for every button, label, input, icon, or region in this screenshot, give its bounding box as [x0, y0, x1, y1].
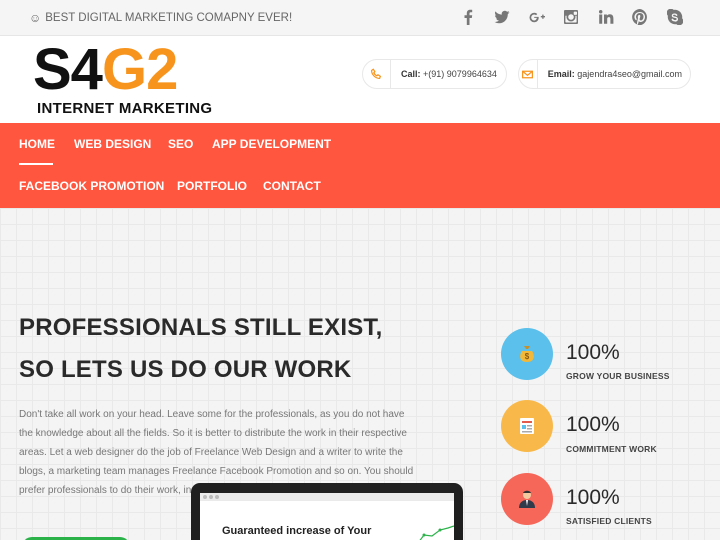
- stat-value-clients: 100%: [566, 486, 620, 509]
- email-label: Email:: [547, 69, 575, 79]
- laptop-headline: Guaranteed increase of Your: [222, 525, 372, 537]
- nav-facebook-promotion[interactable]: FACEBOOK PROMOTION: [19, 179, 164, 193]
- social-links: [451, 6, 693, 28]
- active-indicator: [19, 163, 53, 165]
- nav-seo[interactable]: SEO: [168, 137, 193, 151]
- top-bar: ☺ BEST DIGITAL MARKETING COMAPNY EVER!: [0, 0, 720, 36]
- laptop-mockup: Guaranteed increase of Your: [191, 483, 463, 540]
- businessman-icon: [501, 473, 553, 525]
- laptop-screen: Guaranteed increase of Your: [200, 493, 454, 540]
- tagline-text: BEST DIGITAL MARKETING COMAPNY EVER!: [45, 12, 293, 24]
- call-label: Call:: [401, 69, 421, 79]
- stat-label-commitment: COMMITMENT WORK: [566, 444, 657, 454]
- email-address: gajendra4seo@gmail.com: [577, 69, 682, 79]
- call-contact[interactable]: Call: +(91) 9079964634: [362, 59, 507, 89]
- svg-text:$: $: [525, 352, 530, 361]
- browser-bar: [200, 493, 454, 501]
- logo-subtitle: INTERNET MARKETING: [37, 100, 213, 117]
- google-plus-icon[interactable]: [520, 6, 555, 28]
- tagline: ☺ BEST DIGITAL MARKETING COMAPNY EVER!: [29, 11, 292, 25]
- linkedin-icon[interactable]: [589, 6, 624, 28]
- email-contact[interactable]: Email: gajendra4seo@gmail.com: [518, 59, 691, 89]
- stat-value-commitment: 100%: [566, 413, 620, 436]
- headline-line-2: SO LETS US DO OUR WORK: [19, 356, 352, 383]
- stat-value-grow: 100%: [566, 341, 620, 364]
- phone-icon: [363, 60, 391, 88]
- growth-line-icon: [419, 525, 454, 540]
- logo-text-accent: G2: [101, 37, 178, 102]
- hero-section: PROFESSIONALS STILL EXIST, SO LETS US DO…: [0, 208, 720, 540]
- nav-web-design[interactable]: WEB DESIGN: [74, 137, 151, 151]
- stat-label-clients: SATISFIED CLIENTS: [566, 516, 652, 526]
- document-icon: [501, 400, 553, 452]
- nav-home[interactable]: HOME: [19, 137, 55, 151]
- logo[interactable]: S4G2 INTERNET MARKETING: [33, 41, 223, 118]
- envelope-icon: [519, 60, 538, 88]
- logo-text-dark: S4: [33, 37, 103, 102]
- money-bag-icon: $: [501, 328, 553, 380]
- call-number: +(91) 9079964634: [423, 69, 497, 79]
- nav-contact[interactable]: CONTACT: [263, 179, 321, 193]
- header: S4G2 INTERNET MARKETING Call: +(91) 9079…: [0, 36, 720, 123]
- main-nav: HOME WEB DESIGN SEO APP DEVELOPMENT FACE…: [0, 123, 720, 208]
- skype-icon[interactable]: [658, 6, 693, 28]
- stat-label-grow: GROW YOUR BUSINESS: [566, 371, 670, 381]
- instagram-icon[interactable]: [554, 6, 589, 28]
- nav-portfolio[interactable]: PORTFOLIO: [177, 179, 247, 193]
- headline-line-1: PROFESSIONALS STILL EXIST,: [19, 314, 383, 341]
- nav-app-development[interactable]: APP DEVELOPMENT: [212, 137, 331, 151]
- facebook-icon[interactable]: [451, 6, 486, 28]
- smile-icon: ☺: [29, 11, 42, 25]
- pinterest-icon[interactable]: [623, 6, 658, 28]
- twitter-icon[interactable]: [485, 6, 520, 28]
